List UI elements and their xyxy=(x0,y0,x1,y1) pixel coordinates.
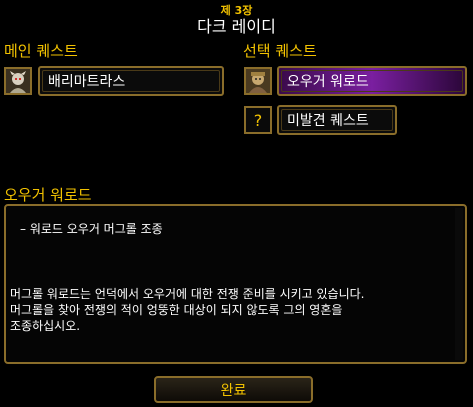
optional-quest-1-button[interactable]: 오우거 워로드 xyxy=(277,66,467,96)
optional-quest-2-button[interactable]: 미발견 퀘스트 xyxy=(277,105,397,135)
quest-description-box[interactable]: – 워로드 오우거 머그롤 조종 머그롤 워로드는 언덕에서 오우거에 대한 전… xyxy=(4,204,467,364)
main-quest-label: 메인 퀘스트 xyxy=(4,42,78,60)
quest-objective: – 워로드 오우거 머그롤 조종 xyxy=(20,222,163,236)
main-quest-icon[interactable] xyxy=(4,67,32,95)
main-quest-name: 배리마트라스 xyxy=(48,74,126,90)
question-mark-icon: ? xyxy=(254,111,263,130)
optional-quest-1-icon[interactable] xyxy=(244,67,272,95)
main-quest-button[interactable]: 배리마트라스 xyxy=(38,66,224,96)
optional-quest-1-name: 오우거 워로드 xyxy=(287,74,369,90)
npc-portrait-icon xyxy=(246,69,270,93)
chapter-title: 다크 레이디 xyxy=(197,17,276,36)
optional-quest-2-name: 미발견 퀘스트 xyxy=(287,113,369,129)
npc-portrait-icon xyxy=(6,69,30,93)
complete-button[interactable]: 완료 xyxy=(154,376,313,403)
scroll-track[interactable] xyxy=(455,208,463,360)
quest-description: 머그롤 워로드는 언덕에서 오우거에 대한 전쟁 준비를 시키고 있습니다. 머… xyxy=(10,287,365,333)
quest-detail-title: 오우거 워로드 xyxy=(4,186,92,204)
optional-quest-2-icon[interactable]: ? xyxy=(244,106,272,134)
complete-button-label: 완료 xyxy=(220,382,247,399)
optional-quest-label: 선택 퀘스트 xyxy=(243,42,317,60)
svg-text:?: ? xyxy=(254,111,263,130)
